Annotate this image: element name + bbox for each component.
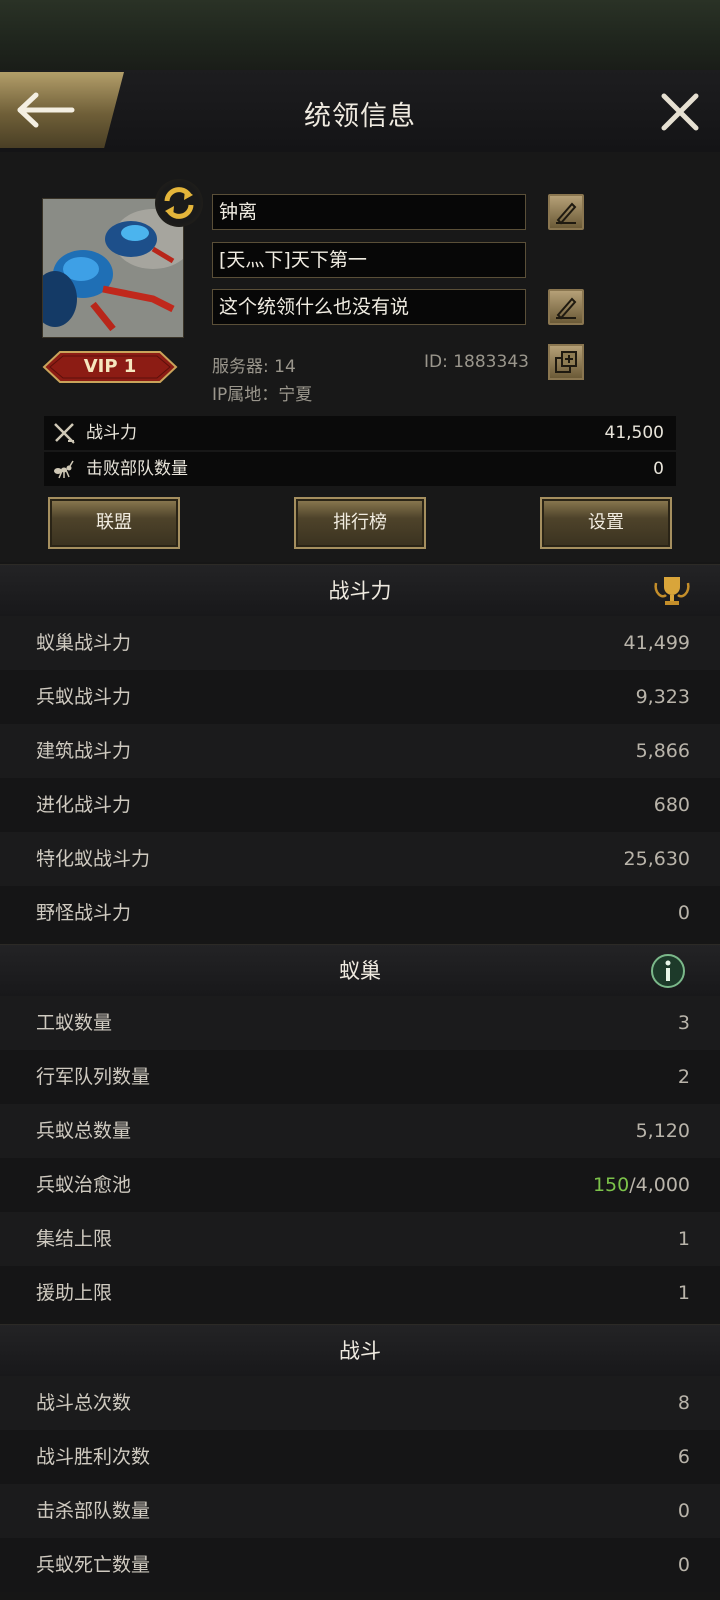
section-title: 战斗 xyxy=(339,1339,381,1363)
list-item: 兵蚁治愈池 150/4,000 xyxy=(0,1158,720,1212)
row-value: 3 xyxy=(677,1012,690,1034)
row-value: 680 xyxy=(653,794,690,816)
row-value: 5,866 xyxy=(635,740,690,762)
list-item: 野怪战斗力 0 xyxy=(0,886,720,940)
row-value: 9,323 xyxy=(635,686,690,708)
list-item: 援助上限 1 xyxy=(0,1266,720,1320)
list-item: 蚁巢战斗力 41,499 xyxy=(0,616,720,670)
list-item: 进化战斗力 680 xyxy=(0,778,720,832)
row-label: 战斗总次数 xyxy=(36,1392,132,1414)
background-banner xyxy=(0,0,720,70)
stat-value: 41,500 xyxy=(604,423,664,443)
list-item: 兵蚁死亡数量 0 xyxy=(0,1538,720,1592)
copy-id-button[interactable] xyxy=(548,344,584,380)
row-label: 特化蚁战斗力 xyxy=(36,848,151,870)
row-value: 25,630 xyxy=(623,848,690,870)
row-label: 建筑战斗力 xyxy=(36,740,132,762)
row-value: 41,499 xyxy=(623,632,690,654)
section-header-battle: 战斗 xyxy=(0,1324,720,1377)
edit-signature-button[interactable] xyxy=(548,289,584,325)
heal-pool-max: /4,000 xyxy=(629,1174,690,1196)
row-label: 行军队列数量 xyxy=(36,1066,151,1088)
stat-label: 击败部队数量 xyxy=(86,459,188,479)
page-title: 统领信息 xyxy=(304,101,416,132)
close-icon[interactable] xyxy=(658,90,702,134)
row-label: 兵蚁治愈池 xyxy=(36,1174,132,1196)
section-title: 蚁巢 xyxy=(339,959,381,983)
pen-icon xyxy=(556,297,577,320)
row-value: 0 xyxy=(677,902,690,924)
row-label: 进化战斗力 xyxy=(36,794,132,816)
row-value: 6 xyxy=(677,1446,690,1468)
ip-location: IP属地：宁夏 xyxy=(212,385,313,405)
list-item: 战斗总次数 8 xyxy=(0,1376,720,1430)
list-item: 兵蚁战斗力 9,323 xyxy=(0,670,720,724)
row-label: 集结上限 xyxy=(36,1228,113,1250)
row-label: 援助上限 xyxy=(36,1282,113,1304)
row-label: 兵蚁战斗力 xyxy=(36,686,132,708)
row-label: 工蚁数量 xyxy=(36,1012,113,1034)
name-field: 钟离 xyxy=(212,194,526,230)
trophy-icon[interactable] xyxy=(652,573,692,609)
header-bar: 统领信息 xyxy=(0,70,720,153)
list-item: 工蚁数量 3 xyxy=(0,996,720,1050)
row-value: 1 xyxy=(677,1228,690,1250)
stat-value: 0 xyxy=(653,459,664,479)
settings-button[interactable]: 设置 xyxy=(540,497,672,549)
row-label: 击杀部队数量 xyxy=(36,1500,151,1522)
list-item: 集结上限 1 xyxy=(0,1212,720,1266)
player-id: ID: 1883343 xyxy=(424,352,529,372)
row-label: 战斗胜利次数 xyxy=(36,1446,151,1468)
list-item: 战斗胜利次数 6 xyxy=(0,1430,720,1484)
section-title: 战斗力 xyxy=(328,579,392,603)
row-label: 兵蚁总数量 xyxy=(36,1120,132,1142)
stat-label: 战斗力 xyxy=(86,423,137,443)
row-value: 150/4,000 xyxy=(593,1158,690,1212)
row-label: 蚁巢战斗力 xyxy=(36,632,132,654)
row-value: 5,120 xyxy=(635,1120,690,1142)
row-label: 兵蚁死亡数量 xyxy=(36,1554,151,1576)
section-header-power: 战斗力 xyxy=(0,564,720,617)
stat-power: 战斗力 41,500 xyxy=(44,416,676,450)
signature-field: 这个统领什么也没有说 xyxy=(212,289,526,325)
row-value: 2 xyxy=(677,1066,690,1088)
alliance-tag-field: [天灬下]天下第一 xyxy=(212,242,526,278)
pen-icon xyxy=(556,202,577,225)
row-value: 1 xyxy=(677,1282,690,1304)
server-label: 服务器: 14 xyxy=(212,357,296,377)
list-item: 兵蚁总数量 5,120 xyxy=(0,1104,720,1158)
edit-name-button[interactable] xyxy=(548,194,584,230)
section-header-nest: 蚁巢 xyxy=(0,944,720,997)
row-label: 野怪战斗力 xyxy=(36,902,132,924)
profile-panel: VIP 1 钟离 [天灬下]天下第一 这个统领什么也没有说 服务器: 14 ID… xyxy=(0,152,720,562)
heal-pool-current: 150 xyxy=(592,1174,630,1196)
swap-icon[interactable] xyxy=(155,179,203,227)
ranking-button[interactable]: 排行榜 xyxy=(294,497,426,549)
vip-level: VIP 1 xyxy=(83,356,137,377)
stat-defeated-troops: 击败部队数量 0 xyxy=(44,452,676,486)
info-icon[interactable] xyxy=(650,953,686,989)
ant-icon xyxy=(54,460,74,479)
list-item: 建筑战斗力 5,866 xyxy=(0,724,720,778)
copy-icon xyxy=(555,351,577,373)
vip-badge[interactable]: VIP 1 xyxy=(42,350,178,384)
list-item: 特化蚁战斗力 25,630 xyxy=(0,832,720,886)
alliance-button[interactable]: 联盟 xyxy=(48,497,180,549)
row-value: 0 xyxy=(677,1500,690,1522)
list-item: 行军队列数量 2 xyxy=(0,1050,720,1104)
crossed-swords-icon xyxy=(54,423,75,444)
row-value: 8 xyxy=(677,1392,690,1414)
row-value: 0 xyxy=(677,1554,690,1576)
list-item: 击杀部队数量 0 xyxy=(0,1484,720,1538)
